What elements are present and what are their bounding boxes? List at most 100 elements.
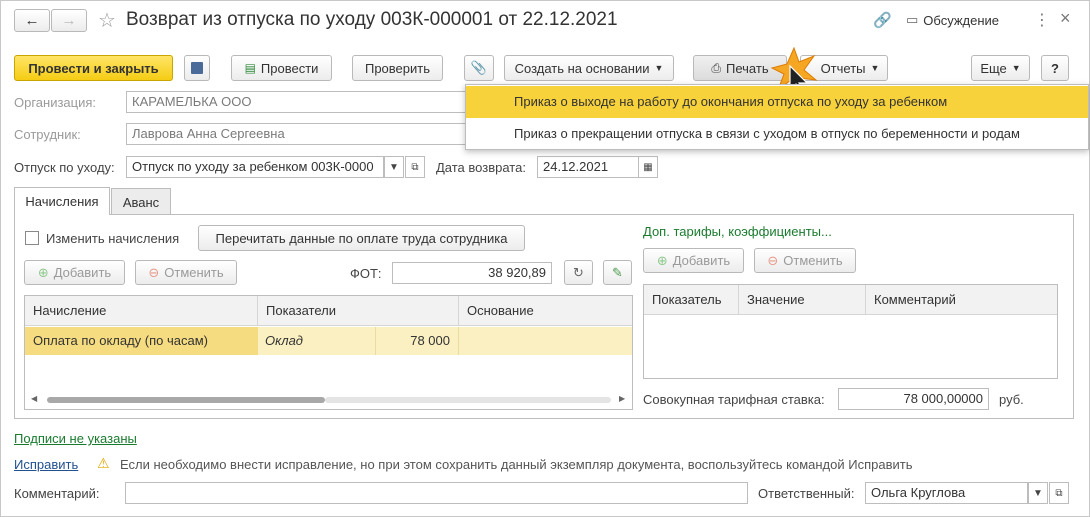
add-accrual-button[interactable]: ⊕ Добавить [24,260,125,285]
cancel-tariff-button[interactable]: ⊖ Отменить [754,248,856,273]
post-label: Провести [260,60,319,76]
calendar-button[interactable]: ▦ [638,156,658,178]
dropdown-button[interactable]: ▼ [384,156,404,178]
indicator-cell[interactable]: Оклад [265,327,303,355]
responsible-label: Ответственный: [758,486,855,501]
open-window-icon: ⧉ [1055,487,1063,499]
discussion-label: Обсуждение [923,12,1000,28]
change-accruals-checkbox[interactable] [25,231,39,245]
table-row[interactable]: Оплата по окладу (по часам) Оклад 78 000 [25,327,632,355]
printer-icon: ⎙ [711,60,721,75]
minus-circle-icon: ⊖ [148,264,160,280]
fix-link[interactable]: Исправить [14,457,78,472]
tab-advance[interactable]: Аванс [111,188,171,215]
reread-data-button[interactable]: Перечитать данные по оплате труда сотруд… [198,225,525,251]
column-header-indicator[interactable]: Показатель [644,285,739,315]
plus-circle-icon: ⊕ [656,252,668,268]
accrual-cell[interactable]: Оплата по окладу (по часам) [25,327,258,355]
more-label: Еще [980,60,1007,76]
calendar-icon: ▦ [643,161,653,173]
add-tariff-button[interactable]: ⊕ Добавить [643,248,744,273]
pencil-icon: ✎ [612,264,623,280]
comment-field[interactable] [125,482,748,504]
change-accruals-label: Изменить начисления [46,231,180,246]
save-button[interactable] [184,55,210,81]
print-menu-item-return-order[interactable]: Приказ о выходе на работу до окончания о… [466,86,1088,118]
floppy-disk-icon [191,62,203,74]
cancel-tariff-label: Отменить [783,253,843,268]
fot-field[interactable]: 38 920,89 [392,262,552,284]
refresh-fot-button[interactable]: ↻ [564,260,593,285]
scroll-right-icon[interactable]: ▶ [619,394,625,403]
column-header-comment[interactable]: Комментарий [866,285,1057,315]
open-leave-button[interactable]: ⧉ [405,156,425,178]
horizontal-scrollbar[interactable] [47,397,325,403]
forward-button[interactable]: → [51,9,87,32]
check-button[interactable]: Проверить [352,55,443,81]
total-rate-label: Совокупная тарифная ставка: [643,392,825,407]
minus-circle-icon: ⊖ [767,252,779,268]
post-document-icon: ▤ [244,61,256,75]
amount-cell[interactable]: 78 000 [375,327,459,355]
tab-accruals[interactable]: Начисления [14,187,110,215]
return-date-label: Дата возврата: [436,160,526,175]
back-button[interactable]: ← [14,9,50,32]
post-and-close-button[interactable]: Провести и закрыть [14,55,173,81]
chevron-down-icon: ▼ [389,161,399,173]
tariffs-table: Показатель Значение Комментарий [643,284,1058,379]
link-icon[interactable]: 🔗 [873,11,892,29]
reports-label: Отчеты [820,60,866,76]
print-menu-item-termination-order[interactable]: Приказ о прекращении отпуска в связи с у… [466,118,1088,150]
return-date-field[interactable]: 24.12.2021 [537,156,639,178]
column-header-indicators[interactable]: Показатели [258,296,459,326]
column-header-basis[interactable]: Основание [459,296,632,326]
arrow-right-icon: → [61,12,77,29]
check-label: Проверить [364,60,430,76]
discussion-button[interactable]: ▭ Обсуждение [906,12,999,28]
edit-fot-button[interactable]: ✎ [603,260,632,285]
refresh-icon: ↻ [573,264,584,280]
responsible-field[interactable]: Ольга Круглова [865,482,1028,504]
add-accrual-label: Добавить [53,265,112,280]
cancel-accrual-button[interactable]: ⊖ Отменить [135,260,237,285]
column-header-accrual[interactable]: Начисление [25,296,258,326]
accruals-table: Начисление Показатели Основание Оплата п… [24,295,633,410]
warning-icon: ⚠ [97,455,110,471]
chat-icon: ▭ [906,12,919,27]
organization-label: Организация: [14,95,97,110]
more-button[interactable]: Еще ▼ [971,55,1030,81]
dropdown-button[interactable]: ▼ [1028,482,1048,504]
chevron-down-icon: ▼ [1033,487,1043,499]
print-menu: Приказ о выходе на работу до окончания о… [465,84,1089,150]
scrollbar-track [325,397,611,403]
fot-label: ФОТ: [350,266,382,281]
chevron-down-icon: ▼ [654,63,664,73]
employee-label: Сотрудник: [14,127,81,142]
more-vertical-icon[interactable]: ⋮ [1034,10,1050,30]
chevron-down-icon: ▼ [1011,63,1021,73]
leave-field[interactable]: Отпуск по уходу за ребенком 003К-0000 [126,156,384,178]
comment-label: Комментарий: [14,486,100,501]
favorite-star-icon[interactable]: ☆ [98,8,116,33]
close-icon[interactable]: × [1060,8,1071,29]
create-based-on-label: Создать на основании [514,60,650,76]
currency-label: руб. [999,392,1024,407]
signatures-link[interactable]: Подписи не указаны [14,431,137,446]
extra-tariffs-link[interactable]: Доп. тарифы, коэффициенты... [643,224,832,239]
employee-field[interactable]: Лаврова Анна Сергеевна [126,123,471,145]
leave-label: Отпуск по уходу: [14,160,115,175]
post-button[interactable]: ▤ Провести [231,55,332,81]
open-responsible-button[interactable]: ⧉ [1049,482,1069,504]
help-button[interactable]: ? [1041,55,1069,81]
tab-accruals-label: Начисления [25,194,99,209]
attach-button[interactable]: 📎 [464,55,494,81]
total-rate-field[interactable]: 78 000,00000 [838,388,989,410]
paperclip-icon: 📎 [470,60,488,75]
create-based-on-button[interactable]: Создать на основании ▼ [504,55,674,81]
scroll-left-icon[interactable]: ◀ [31,394,37,403]
warning-text: Если необходимо внести исправление, но п… [120,457,913,472]
arrow-left-icon: ← [24,12,40,29]
open-window-icon: ⧉ [411,161,419,173]
organization-field[interactable]: КАРАМЕЛЬКА ООО [126,91,471,113]
column-header-value[interactable]: Значение [739,285,866,315]
